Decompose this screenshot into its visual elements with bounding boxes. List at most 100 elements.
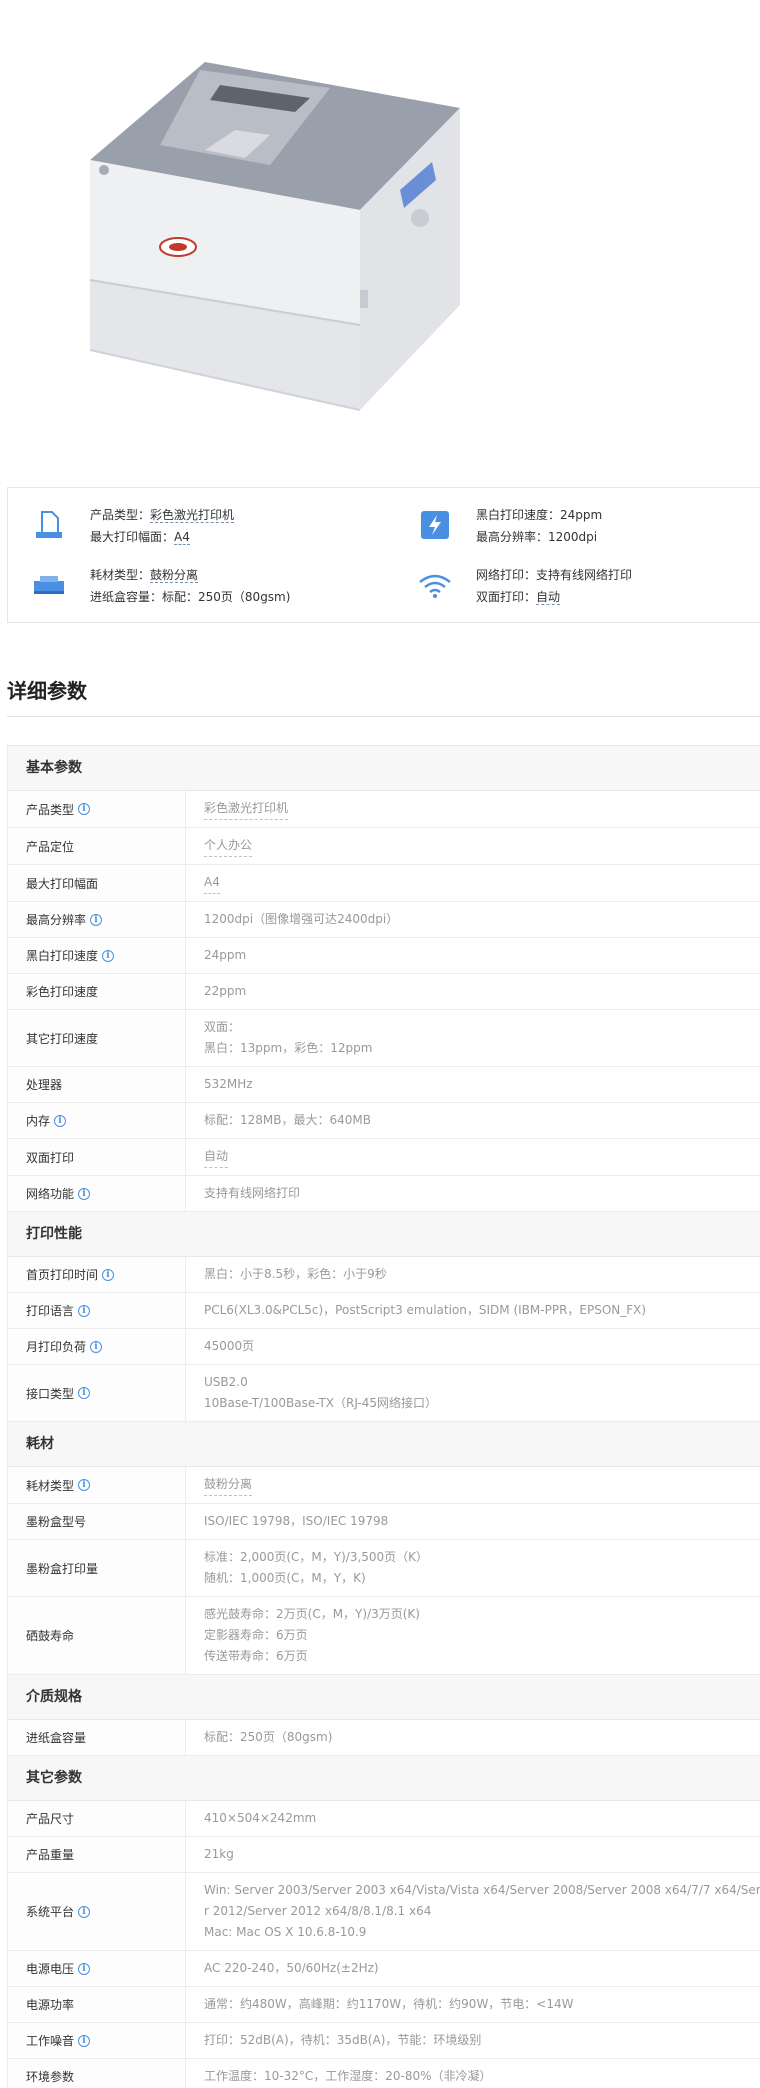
param-label: 硒鼓寿命: [8, 1597, 186, 1674]
param-value-line: 随机：1,000页(C，M，Y，K): [204, 1571, 366, 1585]
param-label-text: 彩色打印速度: [26, 985, 99, 999]
param-label: 首页打印时间 i: [8, 1257, 186, 1292]
table-row: 进纸盒容量 标配：250页（80gsm): [8, 1720, 760, 1756]
summary-value-tray-capacity: 标配：250页（80gsm): [162, 590, 291, 604]
param-label: 双面打印: [8, 1139, 186, 1175]
toner-icon: [30, 566, 68, 604]
param-value: 个人办公: [186, 828, 760, 864]
summary-value-duplex[interactable]: 自动: [536, 590, 561, 605]
summary-key: 黑白打印速度：: [476, 508, 561, 522]
param-value: 感光鼓寿命：2万页(C，M，Y)/3万页(K) 定影器寿命：6万页 传送带寿命：6万…: [186, 1597, 760, 1674]
lightning-icon: [416, 506, 454, 544]
param-value-line: Win: Server 2003/Server 2003 x64/Vista/V…: [204, 1883, 760, 1897]
param-value: Win: Server 2003/Server 2003 x64/Vista/V…: [186, 1873, 760, 1950]
info-icon[interactable]: i: [102, 1268, 115, 1281]
param-value: 1200dpi（图像增强可达2400dpi）: [186, 902, 760, 937]
param-value: 黑白：小于8.5秒，彩色：小于9秒: [186, 1257, 760, 1292]
param-value: 标配：250页（80gsm): [186, 1720, 760, 1755]
param-label: 墨粉盒型号: [8, 1504, 186, 1539]
param-label: 产品尺寸: [8, 1801, 186, 1836]
param-value-line: 标配：250页（80gsm): [204, 1730, 333, 1744]
param-label-text: 电源电压: [26, 1962, 75, 1976]
table-row: 耗材类型 i 鼓粉分离: [8, 1467, 760, 1504]
param-value: ISO/IEC 19798，ISO/IEC 19798: [186, 1504, 760, 1539]
info-icon[interactable]: i: [78, 1387, 91, 1399]
info-icon[interactable]: i: [78, 2034, 91, 2047]
param-value-line: 10Base-T/100Base-TX（RJ-45网络接口）: [204, 1396, 438, 1410]
table-row: 处理器 532MHz: [8, 1067, 760, 1103]
param-value-line: 21kg: [204, 1847, 234, 1861]
info-icon[interactable]: i: [78, 1905, 91, 1918]
info-icon[interactable]: i: [78, 1479, 91, 1491]
info-icon[interactable]: i: [78, 1187, 91, 1200]
info-icon[interactable]: i: [54, 1114, 67, 1127]
param-label-text: 首页打印时间: [26, 1268, 99, 1282]
summary-consumables: 耗材类型：鼓粉分离 进纸盒容量：标配：250页（80gsm): [30, 560, 370, 610]
param-label-text: 接口类型: [26, 1386, 75, 1401]
param-value: 标准：2,000页(C，M，Y)/3,500页（K） 随机：1,000页(C，M，…: [186, 1540, 760, 1596]
info-icon[interactable]: i: [102, 949, 115, 962]
group-header: 介质规格: [8, 1675, 760, 1720]
summary-value-network: 支持有线网络打印: [536, 568, 633, 582]
summary-value-product-type[interactable]: 彩色激光打印机: [150, 508, 235, 523]
summary-value-resolution: 1200dpi: [548, 530, 598, 544]
param-value-line: 标准：2,000页(C，M，Y)/3,500页（K）: [204, 1550, 429, 1564]
table-row: 电源电压 i AC 220-240，50/60Hz(±2Hz): [8, 1951, 760, 1987]
param-label: 产品定位: [8, 828, 186, 864]
param-label: 黑白打印速度 i: [8, 938, 186, 973]
param-value-line: 黑白：13ppm，彩色：12ppm: [204, 1041, 373, 1055]
param-label-text: 最大打印幅面: [26, 876, 99, 891]
table-row: 彩色打印速度 22ppm: [8, 974, 760, 1010]
table-row: 双面打印 自动: [8, 1139, 760, 1176]
summary-value-consumable-type[interactable]: 鼓粉分离: [150, 568, 199, 583]
table-row: 打印语言 i PCL6(XL3.0&PCL5c)，PostScript3 emula…: [8, 1293, 760, 1329]
param-value-link[interactable]: 自动: [204, 1146, 229, 1168]
param-value-line: 通常：约480W，高峰期：约1170W，待机：约90W，节电：<14W: [204, 1997, 574, 2011]
info-icon[interactable]: i: [78, 1304, 91, 1317]
table-row: 产品类型 i 彩色激光打印机: [8, 791, 760, 828]
param-label-text: 墨粉盒打印量: [26, 1561, 99, 1576]
info-icon[interactable]: i: [90, 1340, 103, 1353]
param-value-line: ISO/IEC 19798，ISO/IEC 19798: [204, 1514, 389, 1528]
param-value-line: 黑白：小于8.5秒，彩色：小于9秒: [204, 1267, 387, 1281]
param-value-line: 传送带寿命：6万页: [204, 1649, 308, 1663]
param-value-link[interactable]: A4: [204, 872, 220, 894]
param-label: 最高分辨率 i: [8, 902, 186, 937]
param-label: 电源功率: [8, 1987, 186, 2022]
param-label: 产品重量: [8, 1837, 186, 1872]
param-value: 45000页: [186, 1329, 760, 1364]
param-label: 月打印负荷 i: [8, 1329, 186, 1364]
table-row: 月打印负荷 i 45000页: [8, 1329, 760, 1365]
param-value: 彩色激光打印机: [186, 791, 760, 827]
param-label-text: 产品定位: [26, 839, 75, 854]
group-header: 打印性能: [8, 1212, 760, 1257]
table-row: 产品定位 个人办公: [8, 828, 760, 865]
group-header: 基本参数: [8, 746, 760, 791]
param-label: 系统平台 i: [8, 1873, 186, 1950]
info-icon[interactable]: i: [78, 1962, 91, 1975]
param-label: 处理器: [8, 1067, 186, 1102]
info-icon[interactable]: i: [78, 803, 91, 815]
summary-key: 最高分辨率：: [476, 530, 549, 544]
table-row: 电源功率 通常：约480W，高峰期：约1170W，待机：约90W，节电：<14W: [8, 1987, 760, 2023]
param-label: 耗材类型 i: [8, 1467, 186, 1503]
param-value: 自动: [186, 1139, 760, 1175]
group-header: 其它参数: [8, 1756, 760, 1801]
summary-value-max-size[interactable]: A4: [174, 530, 190, 545]
param-value: PCL6(XL3.0&PCL5c)，PostScript3 emulation，…: [186, 1293, 760, 1328]
param-value-link[interactable]: 个人办公: [204, 835, 253, 857]
param-label: 打印语言 i: [8, 1293, 186, 1328]
param-label-text: 进纸盒容量: [26, 1731, 87, 1745]
table-row: 工作噪音 i 打印：52dB(A)，待机：35dB(A)，节能：环境级别: [8, 2023, 760, 2059]
param-label-text: 环境参数: [26, 2070, 75, 2084]
info-icon[interactable]: i: [90, 913, 103, 926]
param-value: 24ppm: [186, 938, 760, 973]
param-value-line: 定影器寿命：6万页: [204, 1628, 308, 1642]
summary-network: 网络打印：支持有线网络打印 双面打印：自动: [416, 560, 756, 610]
param-value-link[interactable]: 彩色激光打印机: [204, 798, 289, 820]
param-label-text: 电源功率: [26, 1998, 75, 2012]
param-value-link[interactable]: 鼓粉分离: [204, 1474, 253, 1496]
table-row: 环境参数 工作温度：10-32°C，工作湿度：20-80%（非冷凝）: [8, 2059, 760, 2088]
param-value-line: PCL6(XL3.0&PCL5c)，PostScript3 emulation，…: [204, 1303, 647, 1317]
param-value-line: 感光鼓寿命：2万页(C，M，Y)/3万页(K): [204, 1607, 420, 1621]
